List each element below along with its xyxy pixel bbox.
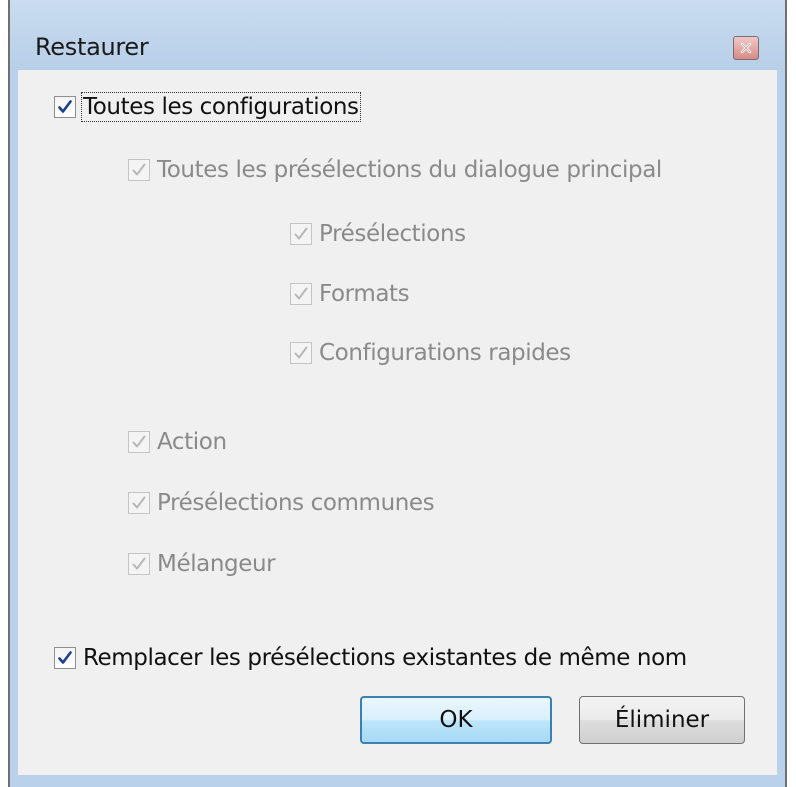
action-option: Action [128,429,227,455]
presets-label: Présélections [319,221,466,247]
mixer-label: Mélangeur [157,551,276,577]
common-presets-option: Présélections communes [128,490,435,516]
checkmark-icon [294,227,308,240]
action-label: Action [157,429,227,455]
all-main-presets-checkbox [128,159,150,181]
dialog-content: Toutes les configurations Toutes les pré… [18,70,777,775]
quick-configs-checkbox [290,342,312,364]
checkmark-icon [294,287,308,300]
all-configurations-checkbox[interactable] [54,96,76,118]
checkmark-icon [132,435,146,448]
delete-button[interactable]: Éliminer [579,696,745,744]
presets-option: Présélections [290,221,466,247]
checkmark-icon [294,346,308,359]
common-presets-label: Présélections communes [157,490,435,516]
all-main-presets-option: Toutes les présélections du dialogue pri… [128,157,662,183]
checkmark-icon [132,496,146,509]
close-button[interactable] [733,36,759,60]
title-bar[interactable]: Restaurer [10,0,785,70]
replace-existing-label: Remplacer les présélections existantes d… [83,645,687,671]
mixer-option: Mélangeur [128,551,276,577]
replace-existing-option[interactable]: Remplacer les présélections existantes d… [54,645,687,671]
formats-checkbox [290,283,312,305]
checkmark-icon [132,557,146,570]
all-configurations-label: Toutes les configurations [81,92,361,122]
ok-button[interactable]: OK [360,696,552,744]
formats-label: Formats [319,281,410,307]
checkmark-icon [58,100,72,113]
presets-checkbox [290,223,312,245]
quick-configs-option: Configurations rapides [290,340,571,366]
all-main-presets-label: Toutes les présélections du dialogue pri… [157,157,662,183]
all-configurations-option[interactable]: Toutes les configurations [54,92,361,122]
mixer-checkbox [128,553,150,575]
common-presets-checkbox [128,492,150,514]
replace-existing-checkbox[interactable] [54,647,76,669]
formats-option: Formats [290,281,410,307]
dialog-title: Restaurer [35,33,149,61]
quick-configs-label: Configurations rapides [319,340,571,366]
checkmark-icon [58,651,72,664]
close-icon [740,42,752,54]
restore-dialog: Restaurer Toutes les configurations Tout… [8,0,787,787]
checkmark-icon [132,163,146,176]
action-checkbox [128,431,150,453]
